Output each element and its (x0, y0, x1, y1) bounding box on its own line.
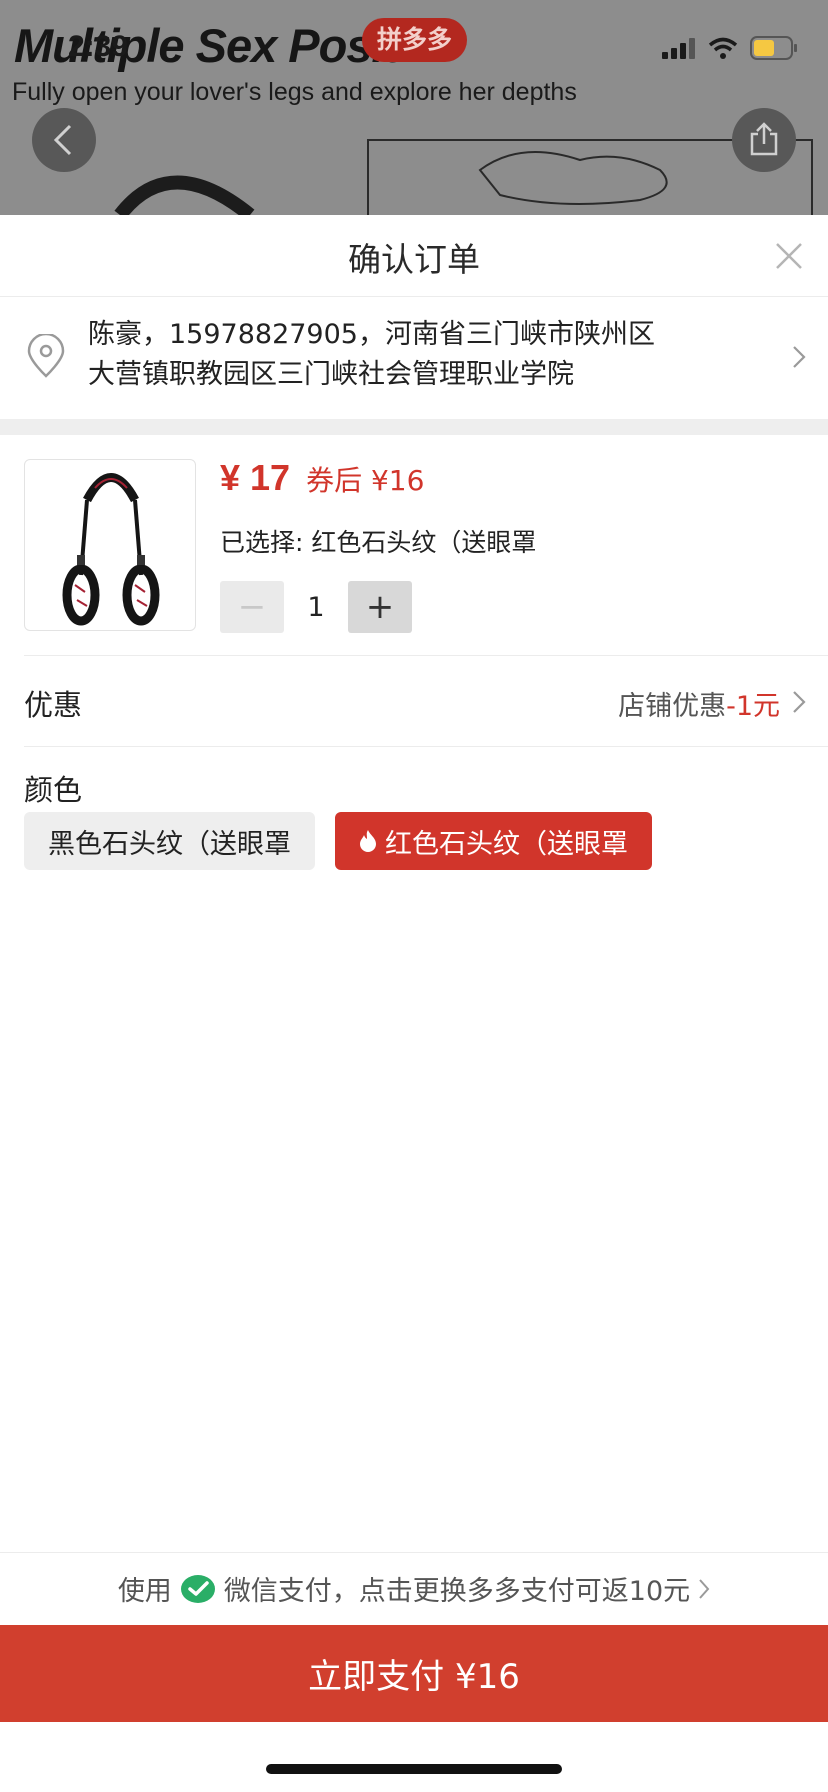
quantity-value[interactable]: 1 (284, 592, 348, 623)
pinduoduo-badge: 拼多多 (362, 18, 467, 62)
discount-row[interactable]: 优惠 店铺优惠-1元 (0, 656, 828, 746)
back-icon (53, 124, 72, 156)
discount-label: 优惠 (24, 688, 83, 722)
section-separator (0, 419, 828, 435)
home-indicator (266, 1764, 562, 1774)
wifi-icon (708, 37, 738, 59)
pay-now-button[interactable]: 立即支付 ¥16 (0, 1625, 828, 1722)
flame-icon (360, 830, 376, 852)
share-button[interactable] (732, 108, 796, 172)
selected-variant-text: 已选择: 红色石头纹（送眼罩 (220, 528, 537, 557)
quantity-stepper: − 1 + (220, 581, 412, 633)
pay-hint-use: 使用 (117, 1576, 172, 1607)
address-line-1: 陈豪，15978827905，河南省三门峡市陕州区 (88, 319, 655, 350)
close-icon[interactable] (772, 239, 806, 273)
share-icon (750, 122, 778, 156)
product-image (62, 473, 160, 626)
background-product-subtitle: Fully open your lover's legs and explore… (12, 78, 577, 106)
sheet-header: 确认订单 (0, 215, 828, 297)
discount-value: 店铺优惠-1元 (618, 684, 780, 723)
chevron-right-icon (793, 346, 806, 368)
price-row: ¥ 17 券后 ¥16 (220, 457, 424, 499)
location-pin-icon (27, 334, 65, 378)
color-section-label: 颜色 (24, 773, 83, 807)
color-option-black[interactable]: 黑色石头纹（送眼罩 (24, 812, 315, 870)
product-illustration (114, 139, 813, 215)
status-icons (662, 36, 798, 60)
product-thumbnail (24, 459, 196, 631)
discount-amount: -1元 (726, 691, 780, 722)
decrease-quantity-button[interactable]: − (220, 581, 284, 633)
address-text: 陈豪，15978827905，河南省三门峡市陕州区 大营镇职教园区三门峡社会管理… (88, 315, 728, 395)
signal-icon (662, 38, 695, 59)
coupon-price: 券后 ¥16 (306, 464, 425, 497)
discount-type: 店铺优惠 (618, 691, 727, 722)
price: ¥ 17 (220, 457, 291, 498)
wechat-pay-icon (180, 1574, 215, 1603)
chevron-right-icon (699, 1578, 710, 1599)
payment-method-switch[interactable]: 使用 微信支付，点击更换多多支付可返10元 (0, 1552, 828, 1624)
color-options: 黑色石头纹（送眼罩 红色石头纹（送眼罩 (24, 812, 652, 870)
pay-hint-text: 微信支付，点击更换多多支付可返10元 (223, 1576, 691, 1607)
color-option-red[interactable]: 红色石头纹（送眼罩 (335, 812, 652, 870)
color-option-label: 黑色石头纹（送眼罩 (48, 828, 291, 860)
battery-icon (750, 36, 797, 60)
chevron-right-icon (793, 691, 806, 713)
increase-quantity-button[interactable]: + (348, 581, 412, 633)
back-button[interactable] (32, 108, 96, 172)
color-option-label: 红色石头纹（送眼罩 (385, 828, 628, 860)
status-time: 2:39 (68, 30, 129, 63)
shipping-address-row[interactable]: 陈豪，15978827905，河南省三门峡市陕州区 大营镇职教园区三门峡社会管理… (0, 297, 828, 419)
address-line-2: 大营镇职教园区三门峡社会管理职业学院 (88, 359, 574, 390)
sheet-title: 确认订单 (348, 240, 480, 279)
product-row: ¥ 17 券后 ¥16 已选择: 红色石头纹（送眼罩 − 1 + (0, 435, 828, 655)
divider (24, 746, 828, 747)
